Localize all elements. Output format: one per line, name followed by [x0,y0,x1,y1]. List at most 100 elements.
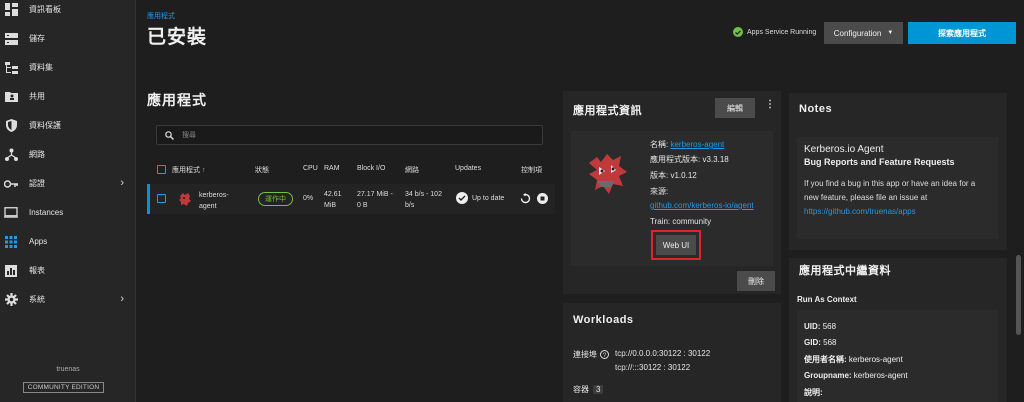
sidebar-item-label: 報表 [29,266,45,275]
shares-icon [4,90,18,104]
shield-icon [4,119,18,133]
ram-value: 42.61 MiB [324,191,342,209]
configuration-button[interactable]: Configuration ▼ [824,22,903,44]
search-placeholder: 搜尋 [182,132,196,139]
search-icon [165,130,174,140]
sidebar-item-reports[interactable]: 報表 [0,256,136,285]
more-vert-icon[interactable]: ⋮ [765,99,775,110]
train-row: Train: community [650,217,712,226]
scrollbar[interactable] [1016,255,1021,335]
status-badge: 運作中 [258,192,293,206]
sidebar-item-label: 系統 [29,295,45,304]
check-circle-icon [456,192,468,204]
username-row: 使用者名稱: kerberos-agent [804,355,903,364]
app-info-panel: 應用程式資訊 編輯 ⋮ 名稱: kerberos-agent 應用程式版本: v… [563,91,781,294]
discover-apps-button[interactable]: 探索應用程式 [908,22,1016,44]
app-name-row: 名稱: kerberos-agent [650,140,725,149]
gid-row: GID: 568 [804,338,837,347]
sidebar-item-label: 共用 [29,92,45,101]
edit-button[interactable]: 編輯 [715,98,755,118]
notes-body: If you find a bug in this app or have an… [804,179,976,188]
service-status: Apps Service Running [733,27,816,37]
notes-link[interactable]: https://github.com/truenas/apps [804,207,916,216]
sidebar-item-label: 資料保護 [29,121,61,130]
table-row[interactable]: kerberos-agent 運作中 0% 42.61 MiB 27.17 MiB… [147,184,555,214]
chevron-right-icon: › [120,293,124,305]
run-as-context-heading: Run As Context [797,295,857,304]
notes-body: new feature, please file an issue at [804,193,928,202]
ports-label: 連接埠 ? [573,349,609,360]
app-info-title: 應用程式資訊 [573,105,642,117]
column-header-network: 網路 [405,167,419,174]
delete-button[interactable]: 刪除 [737,271,775,291]
metadata-card: UID: 568 GID: 568 使用者名稱: kerberos-agent … [797,310,998,402]
select-all-checkbox[interactable] [157,165,166,174]
sort-arrow-up-icon: ↑ [201,167,206,174]
block-io-value: 27.17 MiB -0 B [357,191,393,209]
notes-title: Notes [799,103,833,115]
check-circle-icon [733,27,743,37]
containers-count-badge: 3 [593,385,604,394]
sidebar-item-data-protection[interactable]: 資料保護 [0,111,136,140]
workloads-title: Workloads [573,314,634,326]
row-checkbox[interactable] [157,194,166,203]
sidebar-item-instances[interactable]: Instances [0,198,136,227]
caret-down-icon: ▼ [887,30,894,36]
app-logo [589,154,627,194]
sidebar-item-dashboard[interactable]: 資訊看板 [0,0,136,24]
apps-heading: 應用程式 [147,92,207,108]
workloads-panel: Workloads 連接埠 ? tcp://0.0.0.0:30122 : 30… [563,303,781,402]
updates-status: Up to date [456,192,504,204]
dashboard-icon [4,3,18,17]
sidebar-item-shares[interactable]: 共用 [0,82,136,111]
app-icon [178,192,192,208]
apps-panel: 搜尋 應用程式 ↑ 狀態 CPU RAM Block I/O 網路 Update… [147,113,555,402]
gear-icon [4,293,18,307]
sidebar-item-storage[interactable]: 儲存 [0,24,136,53]
sidebar-item-apps[interactable]: Apps [0,227,136,256]
column-header-name[interactable]: 應用程式 ↑ [172,165,205,175]
sidebar-item-label: 認證 [29,179,45,188]
app-name-link[interactable]: kerberos-agent [670,140,724,149]
apps-grid-icon [4,235,18,249]
storage-icon [4,32,18,46]
app-name: kerberos-agent [199,192,229,210]
metadata-title: 應用程式中繼資料 [799,265,891,277]
column-header-status: 狀態 [255,167,269,174]
search-input[interactable]: 搜尋 [156,125,543,145]
containers-row: 容器 3 [573,384,604,395]
sidebar-item-datasets[interactable]: 資料集 [0,53,136,82]
sidebar-item-system[interactable]: 系統 › [0,285,136,314]
datasets-icon [4,61,18,75]
version-row: 版本: v1.0.12 [650,171,697,180]
sidebar-item-label: 儲存 [29,34,45,43]
source-link[interactable]: github.com/kerberos-io/agent [650,201,754,210]
configuration-label: Configuration [833,28,882,38]
sidebar-item-credentials[interactable]: 認證 › [0,169,136,198]
web-ui-button[interactable]: Web UI [651,230,701,260]
column-header-controls: 控制項 [521,167,542,174]
chevron-right-icon: › [120,177,124,189]
sidebar-item-network[interactable]: 網路 [0,140,136,169]
sidebar-item-label: Instances [29,208,64,217]
service-status-text: Apps Service Running [747,28,817,36]
column-header-block-io: Block I/O [357,165,386,172]
notes-panel: Notes Kerberos.io Agent Bug Reports and … [789,93,1007,250]
notes-card: Kerberos.io Agent Bug Reports and Featur… [797,137,998,239]
stop-icon[interactable] [537,193,548,206]
sidebar-item-label: 網路 [29,150,45,159]
restart-icon[interactable] [520,193,531,206]
description-row: 說明: [804,388,823,397]
network-value: 34 b/s - 102 b/s [405,191,442,209]
monitor-icon [4,206,18,220]
uid-row: UID: 568 [804,322,837,331]
port-mapping: tcp://0.0.0.0:30122 : 30122 [615,349,711,358]
source-label: 來源: [650,187,669,196]
notes-heading: Kerberos.io Agent [804,144,884,155]
table-header: 應用程式 ↑ 狀態 CPU RAM Block I/O 網路 Updates 控… [147,163,555,177]
notes-subheading: Bug Reports and Feature Requests [804,157,955,167]
help-icon[interactable]: ? [600,350,609,359]
column-header-updates: Updates [455,165,482,172]
cpu-value: 0% [303,195,314,202]
breadcrumb[interactable]: 應用程式 [147,11,175,21]
